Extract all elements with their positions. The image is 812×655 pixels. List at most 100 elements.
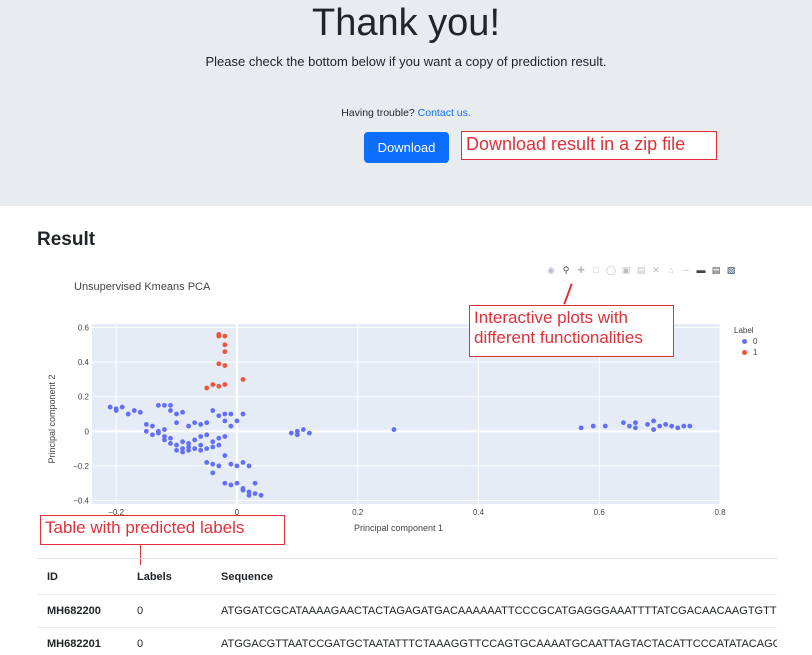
scatter-point-label-0[interactable] xyxy=(222,419,227,424)
scatter-point-label-0[interactable] xyxy=(241,486,246,491)
plotly-logo-icon[interactable]: ▧ xyxy=(726,265,736,275)
scatter-point-label-0[interactable] xyxy=(210,444,215,449)
scatter-point-label-0[interactable] xyxy=(168,441,173,446)
scatter-point-label-0[interactable] xyxy=(198,422,203,427)
scatter-point-label-1[interactable] xyxy=(222,349,227,354)
scatter-point-label-0[interactable] xyxy=(180,439,185,444)
scatter-point-label-1[interactable] xyxy=(216,384,221,389)
scatter-point-label-0[interactable] xyxy=(180,410,185,415)
scatter-point-label-0[interactable] xyxy=(241,460,246,465)
hover-closest-icon[interactable]: ▬ xyxy=(696,265,706,275)
scatter-point-label-0[interactable] xyxy=(192,420,197,425)
scatter-point-label-1[interactable] xyxy=(222,342,227,347)
scatter-point-label-1[interactable] xyxy=(216,334,221,339)
scatter-point-label-0[interactable] xyxy=(162,434,167,439)
scatter-point-label-0[interactable] xyxy=(687,424,692,429)
scatter-point-label-0[interactable] xyxy=(186,448,191,453)
scatter-point-label-0[interactable] xyxy=(126,412,131,417)
scatter-point-label-1[interactable] xyxy=(216,361,221,366)
scatter-point-label-0[interactable] xyxy=(651,427,656,432)
scatter-point-label-0[interactable] xyxy=(247,489,252,494)
lasso-icon[interactable]: ◯ xyxy=(606,265,616,275)
scatter-point-label-1[interactable] xyxy=(222,382,227,387)
scatter-point-label-0[interactable] xyxy=(681,424,686,429)
scatter-point-label-0[interactable] xyxy=(204,446,209,451)
scatter-point-label-0[interactable] xyxy=(108,405,113,410)
scatter-point-label-0[interactable] xyxy=(669,424,674,429)
scatter-point-label-0[interactable] xyxy=(186,444,191,449)
result-table-container[interactable]: ID Labels Sequence MH682200 0 ATGGATCGCA… xyxy=(37,558,777,655)
scatter-point-label-0[interactable] xyxy=(235,419,240,424)
scatter-point-label-0[interactable] xyxy=(114,408,119,413)
scatter-point-label-0[interactable] xyxy=(222,481,227,486)
scatter-point-label-0[interactable] xyxy=(253,491,258,496)
scatter-point-label-0[interactable] xyxy=(651,419,656,424)
scatter-point-label-0[interactable] xyxy=(198,443,203,448)
scatter-point-label-0[interactable] xyxy=(198,448,203,453)
contact-link[interactable]: Contact us. xyxy=(418,107,471,119)
legend-item-0[interactable]: 0 xyxy=(734,337,757,346)
scatter-point-label-0[interactable] xyxy=(150,424,155,429)
scatter-point-label-0[interactable] xyxy=(168,403,173,408)
scatter-point-label-0[interactable] xyxy=(162,403,167,408)
column-header-sequence[interactable]: Sequence xyxy=(211,559,777,595)
scatter-point-label-0[interactable] xyxy=(216,464,221,469)
scatter-point-label-0[interactable] xyxy=(186,424,191,429)
scatter-point-label-0[interactable] xyxy=(114,406,119,411)
scatter-point-label-0[interactable] xyxy=(235,481,240,486)
scatter-point-label-1[interactable] xyxy=(210,382,215,387)
scatter-point-label-0[interactable] xyxy=(259,493,264,498)
scatter-point-label-0[interactable] xyxy=(247,493,252,498)
scatter-point-label-0[interactable] xyxy=(235,464,240,469)
scatter-point-label-0[interactable] xyxy=(222,434,227,439)
scatter-point-label-0[interactable] xyxy=(579,425,584,430)
zoom-icon[interactable]: ⚲ xyxy=(561,265,571,275)
scatter-point-label-0[interactable] xyxy=(144,429,149,434)
pan-icon[interactable]: ✚ xyxy=(576,265,586,275)
scatter-point-label-0[interactable] xyxy=(192,446,197,451)
legend-item-1[interactable]: 1 xyxy=(734,348,757,357)
scatter-point-label-0[interactable] xyxy=(241,488,246,493)
autoscale-icon[interactable]: ✕ xyxy=(651,265,661,275)
scatter-point-label-0[interactable] xyxy=(228,412,233,417)
box-select-icon[interactable]: □ xyxy=(591,265,601,275)
scatter-point-label-1[interactable] xyxy=(222,363,227,368)
scatter-point-label-0[interactable] xyxy=(174,412,179,417)
scatter-point-label-0[interactable] xyxy=(603,424,608,429)
scatter-point-label-1[interactable] xyxy=(241,377,246,382)
scatter-point-label-0[interactable] xyxy=(192,438,197,443)
scatter-point-label-0[interactable] xyxy=(228,424,233,429)
scatter-point-label-0[interactable] xyxy=(289,431,294,436)
scatter-point-label-0[interactable] xyxy=(301,427,306,432)
scatter-point-label-0[interactable] xyxy=(216,443,221,448)
scatter-point-label-0[interactable] xyxy=(180,446,185,451)
scatter-point-label-0[interactable] xyxy=(138,410,143,415)
scatter-point-label-0[interactable] xyxy=(657,424,662,429)
scatter-point-label-0[interactable] xyxy=(168,408,173,413)
scatter-point-label-0[interactable] xyxy=(591,424,596,429)
scatter-point-label-0[interactable] xyxy=(162,438,167,443)
scatter-point-label-0[interactable] xyxy=(174,443,179,448)
scatter-point-label-0[interactable] xyxy=(627,424,632,429)
scatter-point-label-0[interactable] xyxy=(120,405,125,410)
scatter-point-label-0[interactable] xyxy=(216,436,221,441)
scatter-point-label-0[interactable] xyxy=(210,470,215,475)
zoom-out-icon[interactable]: ▤ xyxy=(636,265,646,275)
scatter-point-label-0[interactable] xyxy=(633,425,638,430)
scatter-point-label-0[interactable] xyxy=(186,441,191,446)
scatter-point-label-0[interactable] xyxy=(307,431,312,436)
scatter-point-label-0[interactable] xyxy=(295,429,300,434)
scatter-point-label-0[interactable] xyxy=(253,481,258,486)
scatter-point-label-0[interactable] xyxy=(228,462,233,467)
scatter-point-label-1[interactable] xyxy=(222,334,227,339)
scatter-point-label-0[interactable] xyxy=(156,431,161,436)
scatter-point-label-0[interactable] xyxy=(204,432,209,437)
scatter-point-label-0[interactable] xyxy=(204,420,209,425)
scatter-point-label-0[interactable] xyxy=(675,425,680,430)
camera-icon[interactable]: ◉ xyxy=(546,265,556,275)
scatter-point-label-0[interactable] xyxy=(204,460,209,465)
scatter-point-label-0[interactable] xyxy=(156,429,161,434)
scatter-point-label-1[interactable] xyxy=(204,386,209,391)
scatter-point-label-0[interactable] xyxy=(663,422,668,427)
scatter-point-label-0[interactable] xyxy=(295,432,300,437)
